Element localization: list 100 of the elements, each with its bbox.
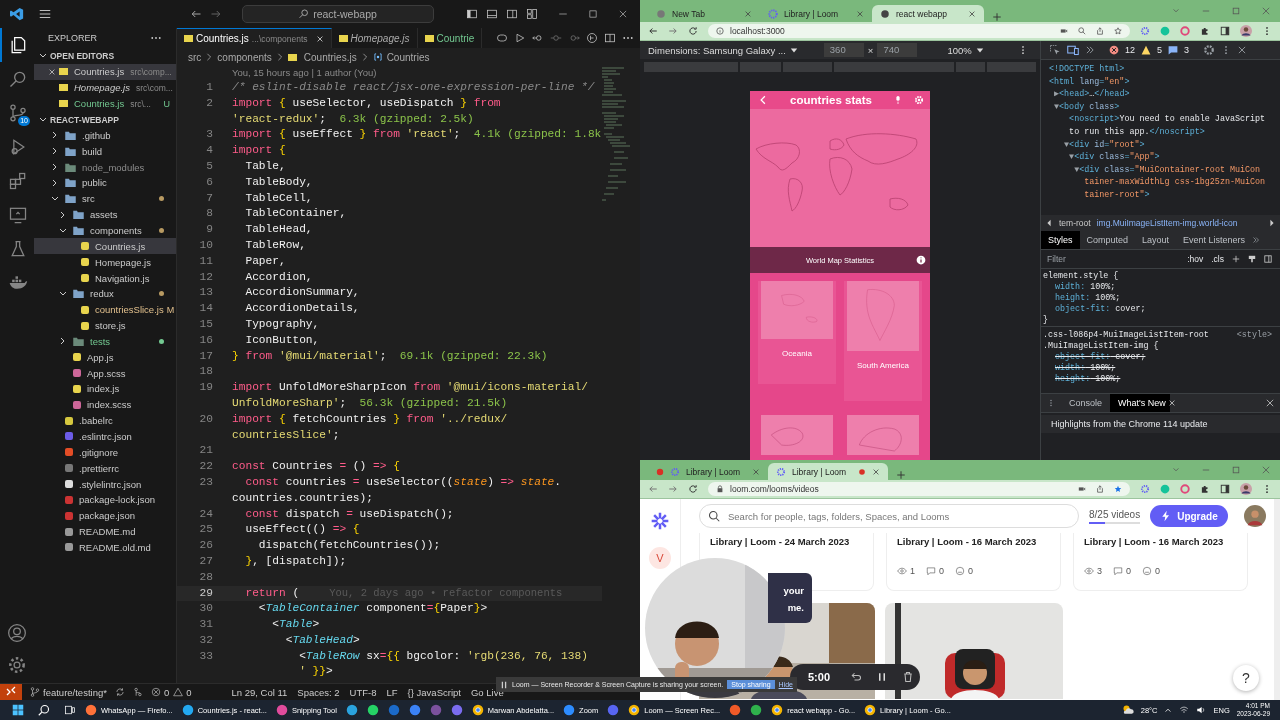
dom-node-line[interactable]: ▼<body class> [1049,100,1280,114]
file-item[interactable]: countriesSlice.js M [34,301,176,318]
error-count[interactable]: 12 [1125,45,1135,55]
width-field[interactable]: 360 [823,43,864,57]
open-editor-item[interactable]: Countries.js src\... U [34,95,176,112]
folder-item[interactable]: components [34,222,176,239]
address-bar[interactable]: localhost:3000 [708,24,1130,38]
status-item[interactable]: {} JavaScript [407,686,461,698]
dom-node-line[interactable]: to run this app.</noscript> [1049,125,1280,139]
editor-tab[interactable]: Countries.js ...\components [177,28,332,48]
file-item[interactable]: App.scss [34,365,176,382]
error-count[interactable]: 0 [163,686,170,698]
file-item[interactable]: Homepage.js [34,254,176,271]
file-item[interactable]: README.md [34,523,176,540]
css-declaration[interactable]: height: 100%; [1055,293,1121,304]
breadcrumb-item[interactable]: img.MuiImageListItem-img.world-icon [1096,218,1238,228]
panel-tab[interactable]: Styles [1041,231,1080,249]
css-declaration[interactable]: width: 100%; [1055,363,1116,374]
code-line: TableHead, [244,222,313,238]
file-item[interactable]: Navigation.js [34,270,176,286]
cls-toggle[interactable]: .cls [1211,254,1224,264]
breadcrumb-item[interactable]: Countries [386,51,430,63]
status-item[interactable]: LF [386,686,398,698]
card-title: South America [857,361,909,370]
video-quota[interactable]: 8/25 videos [1089,508,1141,520]
folder-item[interactable]: build [34,143,176,160]
section-title[interactable]: REACT-WEBAPP [50,114,119,125]
panel-tab[interactable]: Layout [1135,231,1177,249]
folder-item[interactable]: tests [34,333,176,350]
css-declaration[interactable]: width: 100%; [1055,282,1116,293]
status-item[interactable]: Ln 29, Col 11 [231,686,288,698]
drawer-tab[interactable]: What's New [1110,394,1170,412]
file-item[interactable]: package.json [34,507,176,524]
file-item[interactable]: store.js [34,317,176,334]
panel-tab[interactable]: Event Listeners [1176,231,1253,249]
command-center[interactable]: react-webapp [242,5,434,23]
browser-tab[interactable]: react webapp [872,5,984,22]
dom-node-line[interactable]: ▼<div id="root"> [1049,138,1280,152]
address-bar[interactable]: loom.com/looms/videos [708,482,1130,496]
status-item[interactable]: Spaces: 2 [297,686,340,698]
breadcrumb-item[interactable]: src [188,51,202,63]
folder-item[interactable]: redux [34,285,176,302]
dom-node-line[interactable]: ▼<div class="MuiContainer-root MuiCon [1049,163,1280,177]
panel-tab[interactable]: Computed [1079,231,1136,249]
message-count[interactable]: 3 [1184,45,1190,55]
file-item[interactable]: .babelrc [34,412,176,429]
file-item[interactable]: App.js [34,349,176,366]
browser-tab[interactable]: New Tab [648,5,760,22]
folder-item[interactable]: public [34,175,176,191]
zoom-dropdown[interactable]: 100% [947,44,972,56]
open-editor-item[interactable]: Countries.js src\comp... [34,64,176,80]
breadcrumb-item[interactable]: tem-root [1059,218,1091,228]
hov-toggle[interactable]: :hov [1187,254,1204,264]
breadcrumb-item[interactable]: Countries.js [303,51,357,63]
file-item[interactable]: .eslintrc.json [34,428,176,445]
dom-node-line[interactable]: <!DOCTYPE html> [1049,63,1280,76]
folder-item[interactable]: .github [34,127,176,144]
status-item[interactable]: UTF-8 [349,686,377,698]
drawer-tab[interactable]: Console [1061,394,1111,412]
file-item[interactable]: .gitignore [34,444,176,461]
height-field[interactable]: 740 [877,43,918,57]
code-line: <TableContainer component={Paper}> [257,601,488,617]
upgrade-button[interactable]: Upgrade [1150,505,1228,527]
file-item[interactable]: Countries.js [34,238,176,255]
browser-tab[interactable]: Library | Loom [768,463,888,480]
file-item[interactable]: index.scss [34,396,176,413]
warning-count[interactable]: 5 [1157,45,1163,55]
css-declaration[interactable]: height: 100%; [1055,374,1121,385]
folder-item[interactable]: assets [34,206,176,223]
branch-status[interactable]: feature/testing* [43,686,107,698]
filter-field[interactable]: Filter [1047,254,1180,264]
dom-node-line[interactable]: <noscript>You need to enable JavaScript [1049,113,1280,126]
dom-node-line[interactable]: <html lang="en"> [1049,75,1280,89]
section-title[interactable]: OPEN EDITORS [50,51,115,61]
codelens-text[interactable]: You, 15 hours ago | 1 author (You) [177,66,602,80]
video-card[interactable]: Library | Loom - 16 March 2023 1 0 0 [886,533,1061,591]
file-item[interactable]: .prettierrc [34,460,176,477]
dom-node-line[interactable]: ▼<div class="App"> [1049,151,1280,164]
warning-count[interactable]: 0 [186,686,192,698]
device-dropdown[interactable]: Dimensions: Samsung Galaxy ... [648,44,786,56]
video-card[interactable]: Library | Loom - 16 March 2023 3 0 0 [1073,533,1248,591]
file-item[interactable]: README.old.md [34,539,176,556]
file-item[interactable]: package-lock.json [34,491,176,508]
browser-tab[interactable]: Library | Loom [648,463,768,480]
dom-node-line[interactable]: tainer-maxWidthLg css-1bg25zn-MuiCon [1049,176,1280,189]
css-declaration[interactable]: object-fit: cover; [1055,352,1146,363]
dom-node-line[interactable]: tainer-root"> [1049,188,1280,202]
file-item[interactable]: index.js [34,381,176,397]
open-editor-item[interactable]: Homepage.js src\com... [34,79,176,96]
folder-item[interactable]: src [34,190,176,207]
file-item[interactable]: .stylelintrc.json [34,476,176,492]
browser-tab[interactable]: Library | Loom [760,5,872,22]
card-title: Oceania [782,349,812,358]
css-declaration[interactable]: object-fit: cover; [1055,304,1146,315]
folder-item[interactable]: node_modules [34,159,176,176]
breadcrumb-item[interactable]: components [217,51,272,63]
source-link[interactable]: <style> [1236,330,1272,341]
code-line: TableContainer, [244,206,347,222]
dom-node-line[interactable]: ▶<head>…</head> [1049,88,1280,101]
line-number: 2 [206,96,213,109]
